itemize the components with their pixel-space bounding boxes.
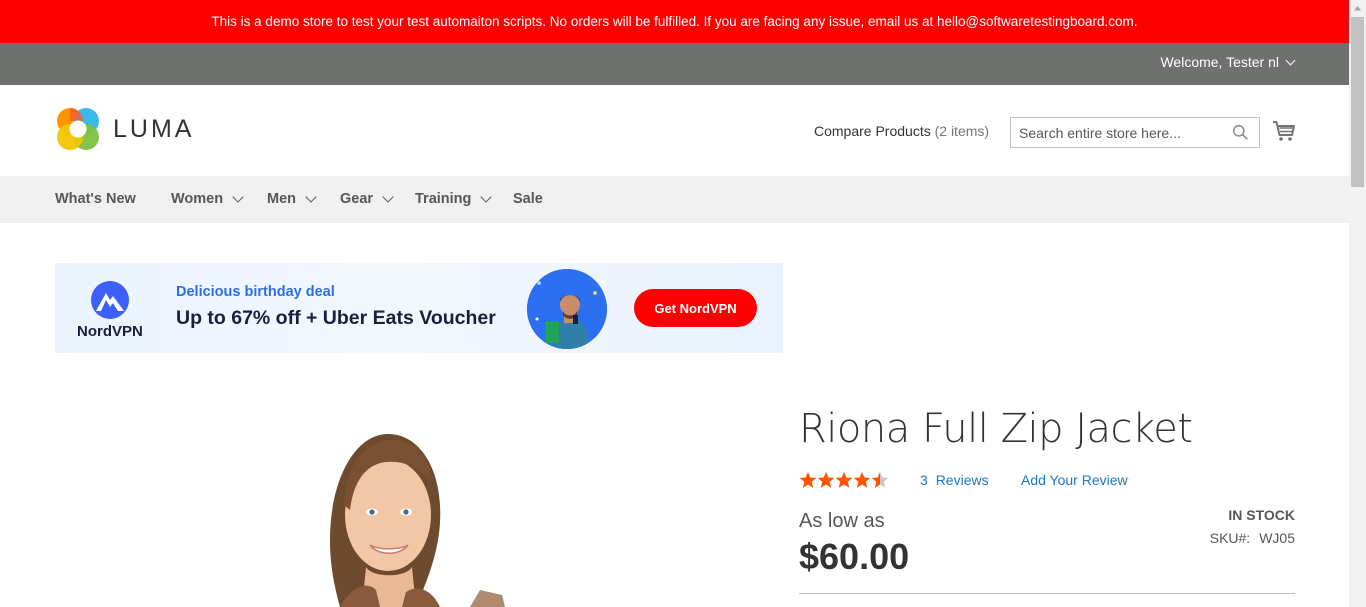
nav-item-gear[interactable]: Gear <box>340 191 394 207</box>
star-full-icon <box>835 471 853 488</box>
search-icon[interactable] <box>1232 124 1249 141</box>
nav-label: What's New <box>55 191 136 207</box>
nav-label: Training <box>415 191 472 207</box>
nav-label: Men <box>267 191 296 207</box>
store-logo[interactable]: LUMA <box>55 106 194 152</box>
nav-label: Women <box>171 191 224 207</box>
reviews-label: Reviews <box>935 472 989 488</box>
nordvpn-ad-banner[interactable]: NordVPN Delicious birthday deal Up to 67… <box>55 263 783 353</box>
get-nordvpn-button[interactable]: Get NordVPN <box>634 289 757 327</box>
nav-item-men[interactable]: Men <box>267 191 317 207</box>
ad-brand-text: NordVPN <box>77 323 143 340</box>
demo-notice-bar: This is a demo store to test your test a… <box>0 0 1349 43</box>
page-scrollbar[interactable] <box>1349 0 1366 607</box>
sku-label: SKU#: <box>1209 530 1251 546</box>
cart-icon[interactable] <box>1272 119 1296 143</box>
main-navigation: What's New Women Men Gear Training Sale <box>0 176 1349 223</box>
sku-value: WJ05 <box>1259 530 1295 546</box>
chevron-down-icon <box>382 191 394 203</box>
reviews-count: 3 <box>920 472 928 488</box>
luma-logo-icon <box>57 108 99 150</box>
stock-status: IN STOCK <box>1228 507 1295 523</box>
nav-item-sale[interactable]: Sale <box>513 191 543 207</box>
star-full-icon <box>817 471 835 488</box>
chevron-down-icon <box>1285 55 1296 65</box>
product-photo-woman <box>330 434 505 607</box>
nordvpn-logo-icon <box>90 281 129 319</box>
demo-notice-text: This is a demo store to test your test a… <box>211 14 1138 29</box>
product-title: Riona Full Zip Jacket <box>799 406 1193 452</box>
header-main: LUMA Compare Products (2 items) <box>0 85 1349 176</box>
compare-count: (2 items) <box>934 123 990 139</box>
product-main-image[interactable] <box>320 420 520 607</box>
price-prefix: As low as <box>799 510 885 532</box>
ad-subtitle: Delicious birthday deal <box>176 284 335 300</box>
panel-header: Welcome, Tester nl <box>0 43 1349 85</box>
product-price: $60.00 <box>799 536 910 577</box>
person-illustration-icon <box>527 269 607 349</box>
star-half-icon <box>871 471 889 488</box>
star-full-icon <box>799 471 817 488</box>
nav-label: Sale <box>513 191 543 207</box>
scrollbar-thumb[interactable] <box>1351 17 1364 187</box>
compare-label: Compare Products <box>814 123 931 139</box>
search-input[interactable] <box>1011 118 1226 147</box>
logo-text: LUMA <box>113 114 195 143</box>
welcome-text: Welcome, Tester nl <box>1160 54 1279 70</box>
star-full-icon <box>853 471 871 488</box>
customer-welcome-menu[interactable]: Welcome, Tester nl <box>1160 54 1296 70</box>
scroll-up-arrow-icon[interactable] <box>1349 0 1366 17</box>
product-rating <box>799 471 889 489</box>
chevron-down-icon <box>305 191 317 203</box>
ad-brand-logo: NordVPN <box>77 277 143 340</box>
product-sku: SKU#: WJ05 <box>1210 530 1295 546</box>
nav-item-whats-new[interactable]: What's New <box>55 191 136 207</box>
add-review-link[interactable]: Add Your Review <box>1021 472 1128 488</box>
nav-item-training[interactable]: Training <box>415 191 493 207</box>
nav-item-women[interactable]: Women <box>171 191 244 207</box>
chevron-down-icon <box>480 191 493 203</box>
chevron-down-icon <box>232 191 244 203</box>
reviews-link[interactable]: 3 Reviews <box>920 472 989 488</box>
ad-person-image <box>527 269 607 349</box>
compare-products-link[interactable]: Compare Products (2 items) <box>814 123 989 139</box>
ad-title: Up to 67% off + Uber Eats Voucher <box>176 307 496 329</box>
search-box <box>1010 117 1260 148</box>
product-info-divider <box>799 593 1295 594</box>
nav-label: Gear <box>340 191 374 207</box>
